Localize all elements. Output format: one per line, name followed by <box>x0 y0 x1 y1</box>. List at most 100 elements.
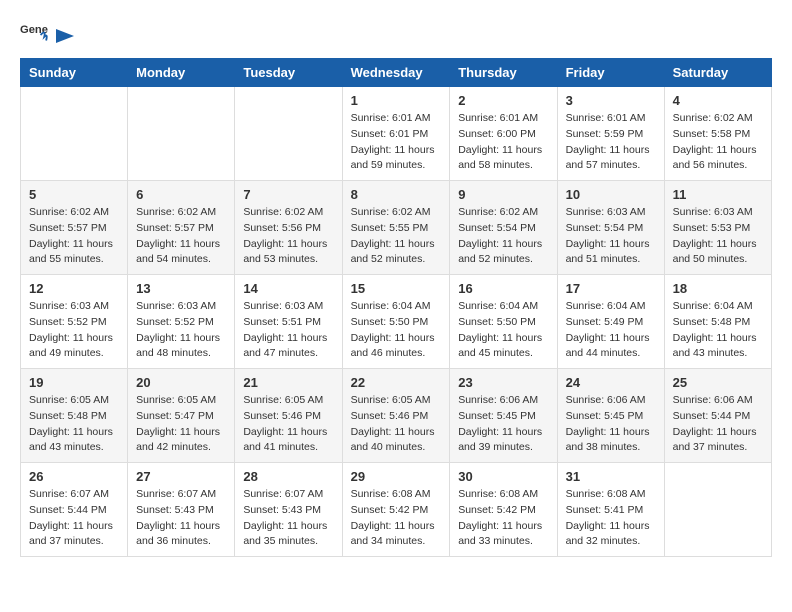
calendar-cell: 28 Sunrise: 6:07 AM Sunset: 5:43 PM Dayl… <box>235 463 342 557</box>
sunset-text: Sunset: 5:57 PM <box>136 222 214 234</box>
sunset-text: Sunset: 5:52 PM <box>29 316 107 328</box>
day-number: 11 <box>673 187 763 202</box>
sunrise-text: Sunrise: 6:03 AM <box>566 206 646 218</box>
calendar-week-row: 26 Sunrise: 6:07 AM Sunset: 5:44 PM Dayl… <box>21 463 772 557</box>
day-number: 25 <box>673 375 763 390</box>
day-number: 1 <box>351 93 442 108</box>
sunset-text: Sunset: 5:54 PM <box>566 222 644 234</box>
day-number: 15 <box>351 281 442 296</box>
logo-arrow-icon <box>54 27 76 45</box>
calendar-cell: 5 Sunrise: 6:02 AM Sunset: 5:57 PM Dayli… <box>21 181 128 275</box>
sunrise-text: Sunrise: 6:06 AM <box>458 394 538 406</box>
day-number: 22 <box>351 375 442 390</box>
calendar-cell: 4 Sunrise: 6:02 AM Sunset: 5:58 PM Dayli… <box>664 87 771 181</box>
sunrise-text: Sunrise: 6:03 AM <box>29 300 109 312</box>
weekday-header: Monday <box>128 59 235 87</box>
day-info: Sunrise: 6:02 AM Sunset: 5:58 PM Dayligh… <box>673 111 763 174</box>
calendar-cell: 6 Sunrise: 6:02 AM Sunset: 5:57 PM Dayli… <box>128 181 235 275</box>
day-info: Sunrise: 6:07 AM Sunset: 5:44 PM Dayligh… <box>29 487 119 550</box>
calendar-cell: 12 Sunrise: 6:03 AM Sunset: 5:52 PM Dayl… <box>21 275 128 369</box>
day-number: 14 <box>243 281 333 296</box>
calendar-cell: 27 Sunrise: 6:07 AM Sunset: 5:43 PM Dayl… <box>128 463 235 557</box>
weekday-header: Sunday <box>21 59 128 87</box>
sunset-text: Sunset: 5:48 PM <box>673 316 751 328</box>
day-number: 13 <box>136 281 226 296</box>
sunset-text: Sunset: 5:51 PM <box>243 316 321 328</box>
sunset-text: Sunset: 5:43 PM <box>136 504 214 516</box>
calendar-cell: 16 Sunrise: 6:04 AM Sunset: 5:50 PM Dayl… <box>450 275 557 369</box>
sunrise-text: Sunrise: 6:07 AM <box>29 488 109 500</box>
sunset-text: Sunset: 5:42 PM <box>458 504 536 516</box>
day-number: 3 <box>566 93 656 108</box>
sunset-text: Sunset: 5:44 PM <box>29 504 107 516</box>
day-info: Sunrise: 6:04 AM Sunset: 5:50 PM Dayligh… <box>351 299 442 362</box>
day-info: Sunrise: 6:07 AM Sunset: 5:43 PM Dayligh… <box>136 487 226 550</box>
calendar-cell: 22 Sunrise: 6:05 AM Sunset: 5:46 PM Dayl… <box>342 369 450 463</box>
calendar-body: 1 Sunrise: 6:01 AM Sunset: 6:01 PM Dayli… <box>21 87 772 557</box>
sunrise-text: Sunrise: 6:02 AM <box>458 206 538 218</box>
calendar-cell: 2 Sunrise: 6:01 AM Sunset: 6:00 PM Dayli… <box>450 87 557 181</box>
calendar-header-row: SundayMondayTuesdayWednesdayThursdayFrid… <box>21 59 772 87</box>
daylight-text: Daylight: 11 hours and 46 minutes. <box>351 332 435 360</box>
day-info: Sunrise: 6:04 AM Sunset: 5:50 PM Dayligh… <box>458 299 548 362</box>
sunset-text: Sunset: 5:48 PM <box>29 410 107 422</box>
logo-icon: General <box>20 20 48 48</box>
daylight-text: Daylight: 11 hours and 39 minutes. <box>458 426 542 454</box>
sunrise-text: Sunrise: 6:02 AM <box>673 112 753 124</box>
daylight-text: Daylight: 11 hours and 33 minutes. <box>458 520 542 548</box>
day-info: Sunrise: 6:06 AM Sunset: 5:44 PM Dayligh… <box>673 393 763 456</box>
daylight-text: Daylight: 11 hours and 57 minutes. <box>566 144 650 172</box>
calendar-cell: 13 Sunrise: 6:03 AM Sunset: 5:52 PM Dayl… <box>128 275 235 369</box>
calendar-cell: 31 Sunrise: 6:08 AM Sunset: 5:41 PM Dayl… <box>557 463 664 557</box>
sunrise-text: Sunrise: 6:07 AM <box>136 488 216 500</box>
day-info: Sunrise: 6:02 AM Sunset: 5:54 PM Dayligh… <box>458 205 548 268</box>
day-info: Sunrise: 6:05 AM Sunset: 5:48 PM Dayligh… <box>29 393 119 456</box>
day-info: Sunrise: 6:08 AM Sunset: 5:42 PM Dayligh… <box>351 487 442 550</box>
day-number: 17 <box>566 281 656 296</box>
calendar-cell: 17 Sunrise: 6:04 AM Sunset: 5:49 PM Dayl… <box>557 275 664 369</box>
sunrise-text: Sunrise: 6:04 AM <box>458 300 538 312</box>
day-number: 5 <box>29 187 119 202</box>
sunrise-text: Sunrise: 6:06 AM <box>566 394 646 406</box>
calendar-cell: 15 Sunrise: 6:04 AM Sunset: 5:50 PM Dayl… <box>342 275 450 369</box>
daylight-text: Daylight: 11 hours and 41 minutes. <box>243 426 327 454</box>
day-info: Sunrise: 6:02 AM Sunset: 5:56 PM Dayligh… <box>243 205 333 268</box>
sunrise-text: Sunrise: 6:06 AM <box>673 394 753 406</box>
calendar-cell: 7 Sunrise: 6:02 AM Sunset: 5:56 PM Dayli… <box>235 181 342 275</box>
day-info: Sunrise: 6:02 AM Sunset: 5:57 PM Dayligh… <box>136 205 226 268</box>
sunset-text: Sunset: 5:54 PM <box>458 222 536 234</box>
sunset-text: Sunset: 5:52 PM <box>136 316 214 328</box>
calendar-cell: 24 Sunrise: 6:06 AM Sunset: 5:45 PM Dayl… <box>557 369 664 463</box>
day-number: 2 <box>458 93 548 108</box>
daylight-text: Daylight: 11 hours and 44 minutes. <box>566 332 650 360</box>
sunrise-text: Sunrise: 6:05 AM <box>29 394 109 406</box>
svg-text:General: General <box>20 24 48 36</box>
weekday-header: Thursday <box>450 59 557 87</box>
day-number: 12 <box>29 281 119 296</box>
sunset-text: Sunset: 5:57 PM <box>29 222 107 234</box>
sunrise-text: Sunrise: 6:02 AM <box>29 206 109 218</box>
day-number: 16 <box>458 281 548 296</box>
daylight-text: Daylight: 11 hours and 42 minutes. <box>136 426 220 454</box>
calendar-cell: 11 Sunrise: 6:03 AM Sunset: 5:53 PM Dayl… <box>664 181 771 275</box>
calendar-cell: 21 Sunrise: 6:05 AM Sunset: 5:46 PM Dayl… <box>235 369 342 463</box>
sunset-text: Sunset: 5:56 PM <box>243 222 321 234</box>
calendar-cell: 20 Sunrise: 6:05 AM Sunset: 5:47 PM Dayl… <box>128 369 235 463</box>
calendar-cell: 19 Sunrise: 6:05 AM Sunset: 5:48 PM Dayl… <box>21 369 128 463</box>
daylight-text: Daylight: 11 hours and 55 minutes. <box>29 238 113 266</box>
sunset-text: Sunset: 6:00 PM <box>458 128 536 140</box>
sunset-text: Sunset: 5:41 PM <box>566 504 644 516</box>
calendar-week-row: 12 Sunrise: 6:03 AM Sunset: 5:52 PM Dayl… <box>21 275 772 369</box>
daylight-text: Daylight: 11 hours and 37 minutes. <box>673 426 757 454</box>
sunrise-text: Sunrise: 6:04 AM <box>673 300 753 312</box>
day-number: 23 <box>458 375 548 390</box>
sunset-text: Sunset: 5:58 PM <box>673 128 751 140</box>
sunset-text: Sunset: 5:45 PM <box>458 410 536 422</box>
weekday-header: Friday <box>557 59 664 87</box>
day-number: 20 <box>136 375 226 390</box>
daylight-text: Daylight: 11 hours and 36 minutes. <box>136 520 220 548</box>
day-info: Sunrise: 6:02 AM Sunset: 5:55 PM Dayligh… <box>351 205 442 268</box>
sunset-text: Sunset: 5:49 PM <box>566 316 644 328</box>
sunrise-text: Sunrise: 6:01 AM <box>458 112 538 124</box>
sunrise-text: Sunrise: 6:08 AM <box>351 488 431 500</box>
